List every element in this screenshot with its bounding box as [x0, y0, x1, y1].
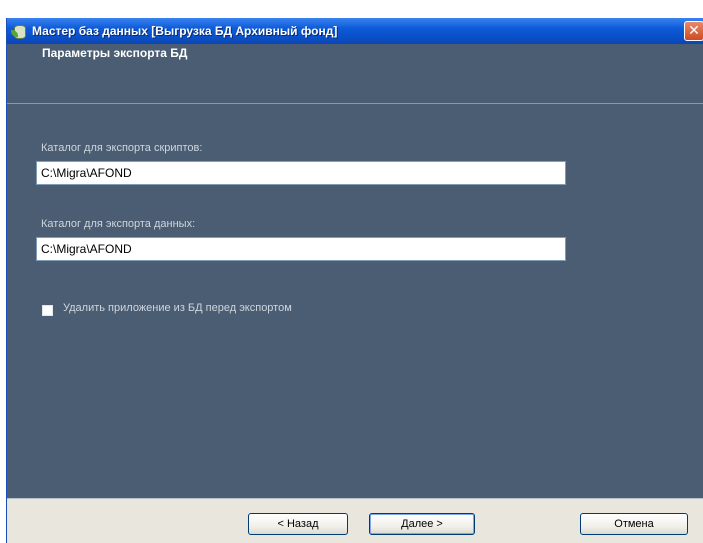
data-dir-input[interactable]	[36, 237, 566, 261]
close-icon: ✕	[688, 22, 700, 38]
header-divider	[7, 103, 703, 104]
next-button[interactable]: Далее >	[369, 513, 475, 535]
back-button[interactable]: < Назад	[248, 513, 348, 535]
scripts-dir-input[interactable]	[36, 161, 566, 185]
database-icon	[11, 23, 27, 39]
window-title: Мастер баз данных [Выгрузка БД Архивный …	[32, 24, 338, 38]
cancel-button[interactable]: Отмена	[580, 513, 688, 535]
close-button[interactable]: ✕	[684, 21, 703, 41]
title-bar[interactable]: Мастер баз данных [Выгрузка БД Архивный …	[7, 18, 703, 44]
delete-app-checkbox[interactable]	[42, 305, 53, 316]
page-title: Параметры экспорта БД	[42, 46, 188, 60]
wizard-window: Мастер баз данных [Выгрузка БД Архивный …	[6, 18, 703, 543]
data-dir-label: Каталог для экспорта данных:	[41, 218, 196, 230]
scripts-dir-label: Каталог для экспорта скриптов:	[41, 142, 203, 154]
delete-app-label[interactable]: Удалить приложение из БД перед экспортом	[63, 302, 292, 314]
